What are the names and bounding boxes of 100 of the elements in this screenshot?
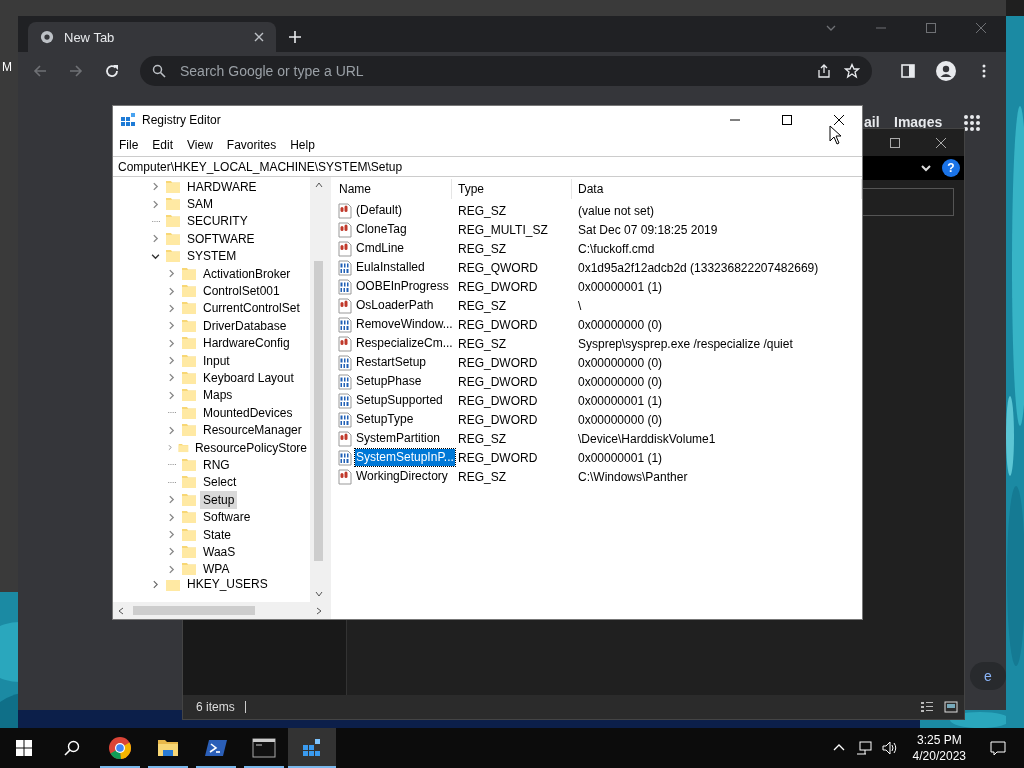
network-icon[interactable] [855,740,872,756]
back-icon[interactable] [32,63,48,79]
scroll-down-icon[interactable] [314,590,323,598]
notification-icon[interactable] [990,740,1006,756]
value-name[interactable]: EulaInstalled [355,259,426,276]
profile-icon[interactable] [936,61,956,81]
tree-item[interactable]: Maps [200,386,236,405]
chevron-right-icon[interactable] [151,580,160,590]
value-name[interactable]: CloneTag [355,221,408,238]
chevron-down-icon[interactable] [151,251,160,261]
chevron-down-icon[interactable] [920,162,932,174]
value-name[interactable]: CmdLine [355,240,406,257]
tree-item[interactable]: MountedDevices [200,403,296,422]
chevron-right-icon[interactable] [167,390,176,400]
chevron-right-icon[interactable] [167,338,176,348]
tree-item[interactable]: HKEY_USERS [184,578,271,592]
chevron-right-icon[interactable] [151,199,160,209]
value-name[interactable]: RemoveWindow... [355,316,454,333]
menu-item[interactable]: Favorites [226,138,277,152]
chevron-right-icon[interactable] [167,547,176,557]
menu-item[interactable]: File [119,138,139,152]
scroll-right-icon[interactable] [315,606,323,615]
tree-item[interactable]: SOFTWARE [184,229,258,248]
chevron-right-icon[interactable] [167,530,176,539]
sidebar-icon[interactable] [900,63,916,79]
value-name[interactable]: SetupSupported [355,392,444,409]
address-bar[interactable]: Search Google or type a URL [140,56,872,86]
details-view-icon[interactable] [920,700,934,714]
tree-item[interactable]: HardwareConfig [200,334,293,353]
close-icon[interactable] [975,22,987,34]
maximize-icon[interactable] [925,22,937,34]
address-field[interactable]: Computer\HKEY_LOCAL_MACHINE\SYSTEM\Setup [113,156,862,177]
chevron-right-icon[interactable] [151,182,160,192]
clock-date[interactable]: 4/20/2023 [912,748,966,764]
share-icon[interactable] [816,63,832,79]
tree-item[interactable]: SYSTEM [184,247,240,266]
volume-icon[interactable] [881,740,898,756]
chevron-right-icon[interactable] [167,356,176,366]
tree-item[interactable]: Setup [200,490,238,509]
value-name[interactable]: SystemPartition [355,430,442,447]
tree-item[interactable]: ResourceManager [200,421,305,440]
chevron-right-icon[interactable] [167,495,176,505]
menu-item[interactable]: View [187,138,213,152]
registry-taskbar-button[interactable] [288,728,336,768]
menu-item[interactable]: Help [290,138,315,152]
value-name[interactable]: WorkingDirectory [355,468,449,485]
tiles-view-icon[interactable] [944,700,958,714]
address-input[interactable]: Search Google or type a URL [178,62,804,80]
new-tab-icon[interactable] [288,30,302,44]
value-name[interactable]: RespecializeCm... [355,335,454,352]
star-icon[interactable] [844,63,860,79]
chevron-right-icon[interactable] [167,269,176,279]
scroll-up-icon[interactable] [314,181,323,189]
close-icon[interactable] [935,136,947,149]
tree-item[interactable]: SECURITY [184,212,251,231]
chevron-right-icon[interactable] [167,512,176,522]
value-name[interactable]: (Default) [355,202,403,219]
tree-item[interactable]: Keyboard Layout [200,369,297,387]
tree-item[interactable]: Input [200,351,233,370]
chevron-right-icon[interactable] [167,303,176,313]
tree-item[interactable]: State [200,525,235,544]
scroll-left-icon[interactable] [117,606,125,615]
column-header[interactable]: Type [452,179,572,199]
scrollbar-thumb[interactable] [314,261,323,561]
horizontal-scrollbar[interactable] [113,602,327,619]
tree-item[interactable]: SAM [184,195,216,214]
header-link[interactable]: ail [864,114,880,130]
tree-item[interactable]: CurrentControlSet [200,299,303,318]
close-icon[interactable] [254,32,264,42]
tree-item[interactable]: WaaS [200,542,239,561]
column-header[interactable]: Name [335,179,452,199]
chevron-right-icon[interactable] [167,321,176,331]
chevron-right-icon[interactable] [167,373,176,383]
value-name[interactable]: SetupPhase [355,373,423,390]
tree-item[interactable]: ResourcePolicyStore [191,438,310,457]
chevron-right-icon[interactable] [167,286,176,296]
reload-icon[interactable] [104,63,120,79]
tree-item[interactable]: Select [200,473,240,492]
maximize-icon[interactable] [889,136,901,149]
tree-item[interactable]: HARDWARE [184,177,260,196]
help-button[interactable]: ? [942,159,960,177]
value-name[interactable]: OOBEInProgress [355,278,450,295]
value-name[interactable]: SetupType [355,411,415,428]
tree-item[interactable]: WPA [200,560,233,579]
apps-grid-icon[interactable] [963,114,981,132]
browser-tab[interactable]: New Tab [28,22,276,52]
tree-item[interactable]: ControlSet001 [200,282,283,301]
forward-icon[interactable] [68,63,84,79]
header-link[interactable]: Images [894,114,943,130]
chevron-right-icon[interactable] [167,564,176,574]
chevron-right-icon[interactable] [167,425,176,435]
tree-item[interactable]: Software [200,508,254,527]
menu-item[interactable]: Edit [152,138,174,152]
column-header[interactable]: Data [572,179,862,199]
chevron-right-icon[interactable] [151,234,160,244]
value-name[interactable]: RestartSetup [355,354,428,371]
value-name[interactable]: OsLoaderPath [355,297,435,314]
clock-time[interactable]: 3:25 PM [916,732,962,748]
customize-button[interactable]: e [970,662,1006,690]
scrollbar-thumb[interactable] [133,606,255,615]
